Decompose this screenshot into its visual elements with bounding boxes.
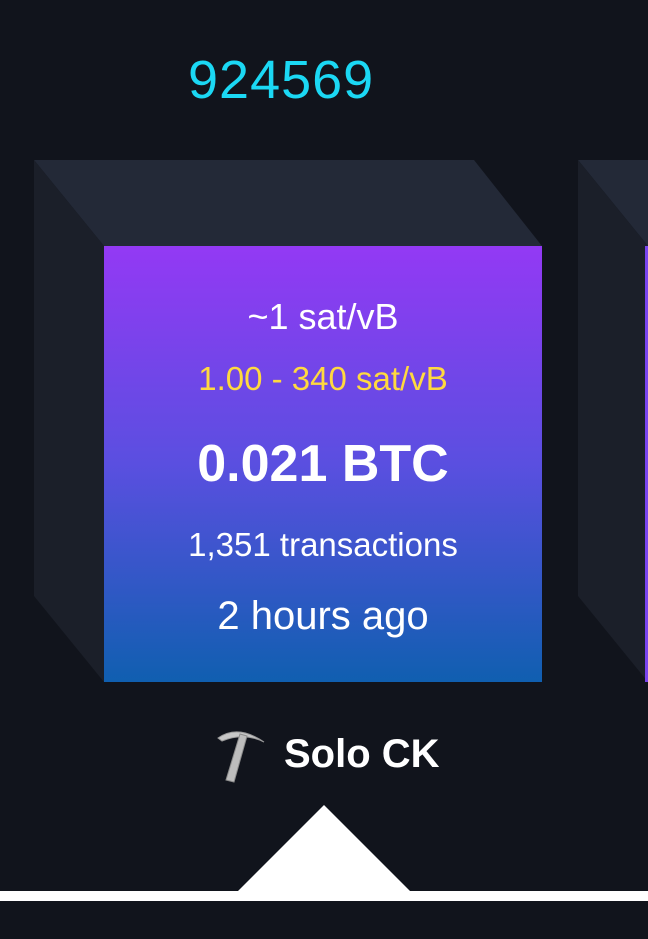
pickaxe-icon [214, 724, 268, 784]
next-block-cube-partial[interactable] [578, 160, 648, 687]
block-height-link[interactable]: 924569 [188, 50, 374, 110]
blockchain-divider [0, 891, 648, 901]
block-cube[interactable]: ~1 sat/vB 1.00 - 340 sat/vB 0.021 BTC 1,… [34, 160, 542, 682]
block-time-ago: 2 hours ago [217, 594, 429, 638]
selected-block-arrow [236, 805, 412, 893]
mining-pool-link[interactable]: Solo CK [214, 722, 440, 786]
pool-name: Solo CK [284, 731, 440, 776]
block-face[interactable]: ~1 sat/vB 1.00 - 340 sat/vB 0.021 BTC 1,… [104, 246, 542, 682]
total-fees: 0.021 BTC [197, 435, 449, 493]
fee-range: 1.00 - 340 sat/vB [198, 360, 448, 397]
median-fee: ~1 sat/vB [247, 296, 399, 337]
transaction-count: 1,351 transactions [188, 526, 458, 563]
next-cube-sides [578, 160, 648, 682]
